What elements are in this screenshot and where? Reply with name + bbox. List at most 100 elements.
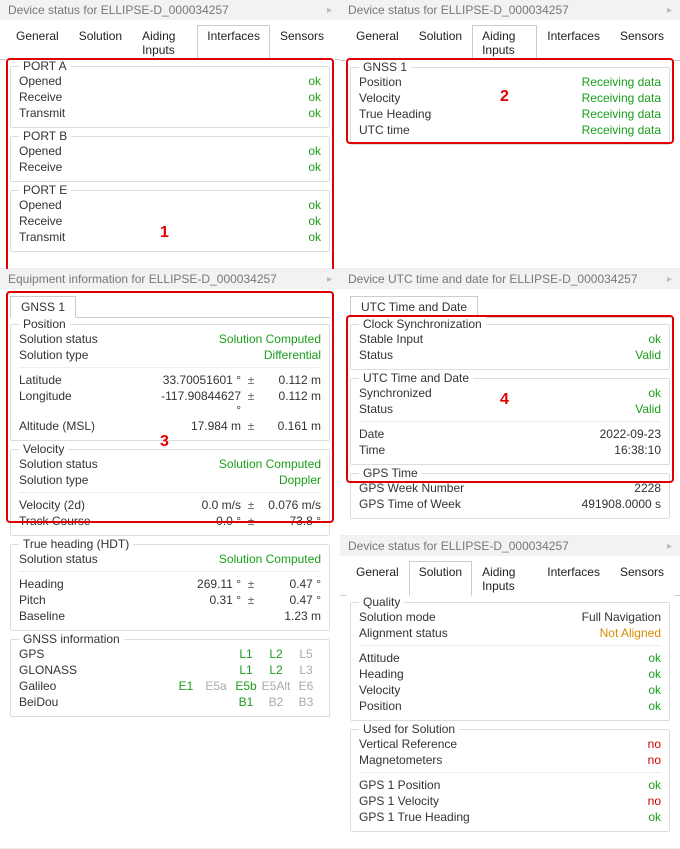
- value-sol-mode: Full Navigation: [582, 610, 661, 624]
- group-title: Quality: [359, 595, 404, 609]
- panel-device-status-interfaces: Device status for ELLIPSE-D_000034257 ▸ …: [0, 0, 340, 269]
- tab-general[interactable]: General: [346, 561, 409, 596]
- label-gps: GPS: [19, 647, 171, 661]
- tab-gnss1[interactable]: GNSS 1: [10, 296, 76, 318]
- chevron-right-icon[interactable]: ▸: [327, 5, 332, 16]
- panel-header: Device status for ELLIPSE-D_000034257 ▸: [340, 536, 680, 556]
- value-track-acc: 73.8 °: [261, 514, 321, 528]
- chevron-right-icon[interactable]: ▸: [667, 274, 672, 285]
- value-gps1-hdg: ok: [648, 810, 661, 824]
- value-lon: -117.90844627 °: [161, 389, 241, 417]
- gnss-band: E5b: [231, 679, 261, 693]
- tab-utc[interactable]: UTC Time and Date: [350, 296, 478, 318]
- row-beidou: BeiDouB1B2B3: [19, 694, 321, 710]
- right-column-lower: Device UTC time and date for ELLIPSE-D_0…: [340, 269, 680, 849]
- label-vert-ref: Vertical Reference: [359, 737, 648, 751]
- gnss-band: E1: [171, 679, 201, 693]
- value-sol-status: Solution Computed: [219, 332, 321, 346]
- value-alt: 17.984 m: [161, 419, 241, 433]
- tab-aiding[interactable]: Aiding Inputs: [472, 561, 537, 596]
- group-utc-date: UTC Time and Date Synchronizedok StatusV…: [350, 378, 670, 465]
- chevron-right-icon[interactable]: ▸: [667, 541, 672, 552]
- group-used-for-solution: Used for Solution Vertical Referenceno M…: [350, 729, 670, 832]
- value-sol-type: Differential: [264, 348, 321, 362]
- value-opened: ok: [308, 198, 321, 212]
- value-vert-ref: no: [648, 737, 661, 751]
- group-gnss1: GNSS 1 PositionReceiving data VelocityRe…: [350, 67, 670, 145]
- tab-solution[interactable]: Solution: [409, 25, 472, 61]
- group-title: GNSS 1: [359, 60, 411, 74]
- label-track: Track Course: [19, 514, 161, 528]
- value-magneto: no: [648, 753, 661, 767]
- group-title: Used for Solution: [359, 722, 459, 736]
- label-beidou: BeiDou: [19, 695, 171, 709]
- group-gnss-info: GNSS information GPSL1L2L5 GLONASSL1L2L3…: [10, 639, 330, 717]
- tab-general[interactable]: General: [6, 25, 69, 60]
- value-track: 0.0 °: [161, 514, 241, 528]
- gnss-band: L3: [291, 663, 321, 677]
- group-port-b: PORT B Openedok Receiveok: [10, 136, 330, 182]
- value-transmit: ok: [308, 106, 321, 120]
- label-magneto: Magnetometers: [359, 753, 648, 767]
- label-heading: Heading: [19, 577, 161, 591]
- tab-sensors[interactable]: Sensors: [270, 25, 334, 60]
- gnss-band: B1: [231, 695, 261, 709]
- value-pitch-acc: 0.47 °: [261, 593, 321, 607]
- tab-solution[interactable]: Solution: [409, 561, 472, 596]
- tab-interfaces[interactable]: Interfaces: [537, 25, 610, 61]
- panel-utc: Device UTC time and date for ELLIPSE-D_0…: [340, 269, 680, 536]
- label-velocity: Velocity: [359, 683, 648, 697]
- group-position: Position Solution statusSolution Compute…: [10, 324, 330, 441]
- label-opened: Opened: [19, 144, 308, 158]
- panel-title: Device UTC time and date for ELLIPSE-D_0…: [348, 272, 638, 286]
- value-receive: ok: [308, 90, 321, 104]
- panel-device-status-solution: Device status for ELLIPSE-D_000034257 ▸ …: [340, 536, 680, 849]
- label-synced: Synchronized: [359, 386, 648, 400]
- panel-header: Device status for ELLIPSE-D_000034257 ▸: [340, 0, 680, 20]
- label-vel2d: Velocity (2d): [19, 498, 161, 512]
- gnss-band: [171, 647, 201, 661]
- panel-equipment-info: Equipment information for ELLIPSE-D_0000…: [0, 269, 340, 849]
- label-gps-tow: GPS Time of Week: [359, 497, 582, 511]
- tab-sensors[interactable]: Sensors: [610, 25, 674, 61]
- tab-aiding[interactable]: Aiding Inputs: [132, 25, 197, 60]
- tab-interfaces[interactable]: Interfaces: [197, 25, 270, 60]
- value-time: 16:38:10: [614, 443, 661, 457]
- tab-sensors[interactable]: Sensors: [610, 561, 674, 596]
- gnss-band: L1: [231, 647, 261, 661]
- group-port-a: PORT A Openedok Receiveok Transmitok: [10, 66, 330, 128]
- value-status: Valid: [635, 348, 661, 362]
- value-gps1-pos: ok: [648, 778, 661, 792]
- label-glonass: GLONASS: [19, 663, 171, 677]
- label-time: Time: [359, 443, 614, 457]
- group-title: Velocity: [19, 442, 68, 456]
- row-gps: GPSL1L2L5: [19, 646, 321, 662]
- label-velocity: Velocity: [359, 91, 582, 105]
- pm-icon: ±: [241, 514, 261, 528]
- label-receive: Receive: [19, 214, 308, 228]
- pm-icon: ±: [241, 419, 261, 433]
- group-gps-time: GPS Time GPS Week Number2228 GPS Time of…: [350, 473, 670, 519]
- tabs: General Solution Aiding Inputs Interface…: [340, 556, 680, 596]
- value-gps1-vel: no: [648, 794, 661, 808]
- value-align-status: Not Aligned: [600, 626, 661, 640]
- label-gps1-pos: GPS 1 Position: [359, 778, 648, 792]
- group-clock-sync: Clock Synchronization Stable Inputok Sta…: [350, 324, 670, 370]
- chevron-right-icon[interactable]: ▸: [327, 274, 332, 285]
- gnss-band: [171, 695, 201, 709]
- chevron-right-icon[interactable]: ▸: [667, 5, 672, 16]
- tab-solution[interactable]: Solution: [69, 25, 132, 60]
- pm-icon: ±: [241, 498, 261, 512]
- group-title: GPS Time: [359, 466, 422, 480]
- label-receive: Receive: [19, 90, 308, 104]
- label-receive: Receive: [19, 160, 308, 174]
- value-position: ok: [648, 699, 661, 713]
- label-lon: Longitude: [19, 389, 161, 403]
- group-title: UTC Time and Date: [359, 371, 473, 385]
- label-alt: Altitude (MSL): [19, 419, 161, 433]
- tab-general[interactable]: General: [346, 25, 409, 61]
- tab-aiding[interactable]: Aiding Inputs: [472, 25, 537, 61]
- tab-interfaces[interactable]: Interfaces: [537, 561, 610, 596]
- gnss-band: B2: [261, 695, 291, 709]
- gnss-band: [201, 695, 231, 709]
